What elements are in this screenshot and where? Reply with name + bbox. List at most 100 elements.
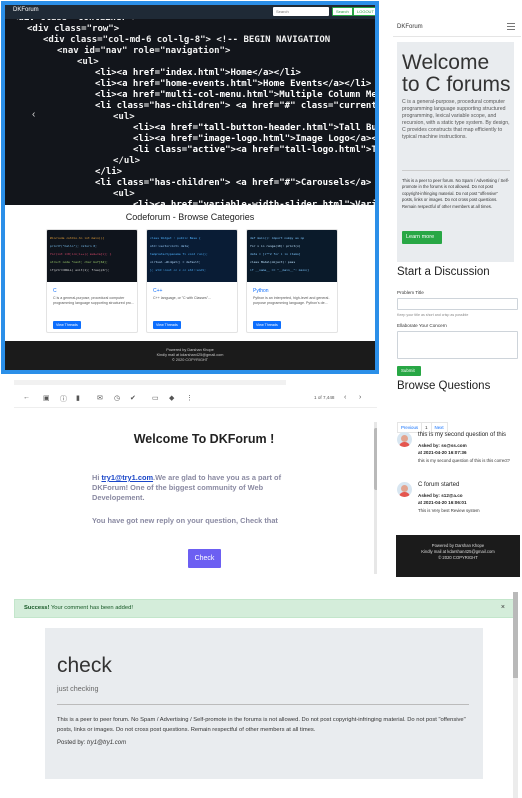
snooze-icon[interactable]: ◷	[114, 394, 120, 402]
category-description: C++ language, or "C with Classes"...	[153, 296, 212, 300]
back-arrow-icon[interactable]: ←	[23, 394, 30, 401]
forum-home-window: DKForum Search Search LOGOUT <div class=…	[1, 1, 379, 374]
category-description: Python is an interpreted, high-level and…	[253, 296, 330, 305]
top-navbar: DKForum	[393, 17, 521, 37]
search-button[interactable]: Search	[332, 7, 353, 16]
code-line: </ul>	[113, 156, 141, 166]
logout-button[interactable]: LOGOUT	[353, 7, 375, 16]
posted-by: Posted by: try1@try1.com	[57, 740, 127, 746]
code-line: <div class="container">	[13, 19, 138, 23]
code-line: <li><a href="index.html">Home</a></li>	[95, 68, 301, 78]
problem-title-input[interactable]	[397, 298, 518, 310]
move-to-icon[interactable]: ▭	[152, 394, 159, 402]
code-line: <li class="has-children"> <a href="#" cl…	[95, 101, 375, 111]
page-footer: Powered by Darshan Khope Kindly mail at …	[5, 341, 375, 370]
window-top-bar	[14, 380, 286, 385]
email-toolbar: ← ▣ ⓘ ▮ ✉ ◷ ✔ ▭ ◆ ⋮ 1 of 7,448 ‹ ›	[14, 388, 377, 408]
close-icon[interactable]: ×	[501, 604, 505, 611]
email-address-link[interactable]: try1@try1.com	[101, 473, 153, 482]
view-threads-button[interactable]: View Threads	[153, 321, 181, 329]
thread-title: check	[57, 654, 112, 677]
category-description: C is a general-purpose, procedural compu…	[53, 296, 134, 305]
category-thumbnail: #include <stdio.h> int main(){ printf("h…	[47, 230, 137, 282]
success-alert: Success! Your comment has been added! ×	[14, 599, 516, 618]
scrollbar[interactable]	[513, 592, 518, 798]
code-line: <div class="col-md-6 col-lg-8"> <!-- BEG…	[43, 35, 331, 45]
thread-jumbotron: check just checking This is a peer to pe…	[45, 628, 483, 779]
pagination: Previous 1 Next	[397, 416, 448, 433]
mark-unread-icon[interactable]: ✉	[97, 394, 103, 402]
scrollbar[interactable]	[374, 422, 377, 574]
browse-questions-title: Browse Questions	[397, 380, 491, 392]
search-input[interactable]: Search	[273, 7, 329, 16]
question-asked-by: Asked by: ss@ss.com	[418, 443, 467, 448]
footer-copyright: © 2020 COPYRIGHT	[172, 358, 208, 362]
page-footer: Powered by Darshan Khope Kindly mail at …	[396, 535, 520, 577]
code-line: </li>	[95, 167, 123, 177]
add-task-icon[interactable]: ✔	[130, 394, 136, 402]
forum-rules: This is a peer to peer forum. No Spam / …	[57, 717, 466, 733]
code-line: <li><a href="variable-width-slider.html"…	[133, 200, 375, 205]
code-line: <li><a href="image-logo.html">Image Logo…	[133, 134, 375, 144]
code-line: <ul>	[113, 189, 135, 199]
category-thumbnail: def main(): import numpy as np for x in …	[247, 230, 337, 282]
email-body-text: You have got new reply on your question,…	[92, 516, 278, 525]
concern-textarea[interactable]	[397, 331, 518, 359]
view-threads-button[interactable]: View Threads	[253, 321, 281, 329]
label-icon[interactable]: ◆	[169, 394, 174, 402]
problem-title-hint: Keep your title as short and crisp as po…	[397, 313, 469, 317]
forum-rules: This is a peer to peer forum. No Spam / …	[402, 178, 510, 209]
top-navbar: DKForum Search Search LOGOUT	[5, 5, 375, 19]
code-line: <li><a href="home-events.html">Home Even…	[95, 79, 372, 89]
email-window: ← ▣ ⓘ ▮ ✉ ◷ ✔ ▭ ◆ ⋮ 1 of 7,448 ‹ › Welco…	[14, 380, 377, 592]
navbar-brand[interactable]: DKForum	[13, 7, 39, 13]
code-line: <li><a href="tall-button-header.html">Ta…	[133, 123, 375, 133]
archive-icon[interactable]: ▣	[43, 394, 50, 402]
question-asked-by: Asked by: s12@a.co	[418, 493, 463, 498]
report-spam-icon[interactable]: ⓘ	[60, 394, 67, 404]
code-line: <ul>	[77, 57, 99, 67]
submit-button[interactable]: Submit	[397, 366, 421, 376]
concern-label: Ellaborate Your Concern	[397, 323, 447, 328]
user-avatar	[397, 482, 412, 497]
category-title[interactable]: Python	[253, 288, 269, 294]
newer-chevron-icon[interactable]: ‹	[344, 394, 346, 401]
category-thumbnail: class Widget : public Base { std::vector…	[147, 230, 237, 282]
more-options-icon[interactable]: ⋮	[186, 394, 193, 402]
question-title-link[interactable]: C forum started	[418, 482, 519, 488]
code-carousel: <div class="container"><div class="row">…	[5, 19, 375, 205]
learn-more-button[interactable]: Learn more	[402, 231, 442, 244]
question-asked-at: at 2021-04-20 16:06:01	[418, 500, 467, 505]
category-card-cpp: class Widget : public Base { std::vector…	[146, 229, 238, 333]
email-page-count: 1 of 7,448	[314, 395, 335, 400]
delete-icon[interactable]: ▮	[76, 394, 80, 402]
posted-by-user: try1@try1.com	[87, 740, 127, 746]
alert-strong: Success!	[24, 605, 50, 611]
check-button[interactable]: Check	[188, 549, 221, 568]
code-line: <ul>	[113, 112, 135, 122]
carousel-prev-icon[interactable]: ‹	[32, 109, 35, 120]
category-card-python: def main(): import numpy as np for x in …	[246, 229, 338, 333]
category-title[interactable]: C++	[153, 288, 162, 294]
question-title-link[interactable]: this is my second question of this	[418, 432, 519, 438]
older-chevron-icon[interactable]: ›	[359, 394, 361, 401]
code-line: <li class="has-children"> <a href="#">Ca…	[95, 178, 372, 188]
divider	[402, 170, 510, 171]
category-card-c: #include <stdio.h> int main(){ printf("h…	[46, 229, 138, 333]
divider	[57, 704, 469, 705]
question-description: this is my second question of this is th…	[418, 458, 510, 463]
view-threads-button[interactable]: View Threads	[53, 321, 81, 329]
navbar-brand[interactable]: DKForum	[397, 24, 423, 30]
category-title[interactable]: C	[53, 288, 57, 294]
problem-title-label: Problem Title	[397, 290, 424, 295]
hamburger-menu-icon[interactable]	[507, 23, 515, 30]
email-greeting: Hi try1@try1.com.We are glad to have you…	[92, 473, 282, 502]
footer-copyright: © 2020 COPYRIGHT	[438, 555, 478, 560]
code-line: <li><a href="multi-col-menu.html">Multip…	[95, 90, 375, 100]
category-jumbotron: Welcome to C forums C is a general-purpo…	[397, 42, 514, 262]
alert-message: Your comment has been added!	[49, 605, 133, 611]
jumbotron-title: Welcome to C forums	[402, 51, 511, 96]
question-asked-at: at 2021-04-20 16:07:36	[418, 450, 467, 455]
jumbotron-lead: C is a general-purpose, procedural compu…	[402, 99, 510, 140]
user-avatar	[397, 432, 412, 447]
